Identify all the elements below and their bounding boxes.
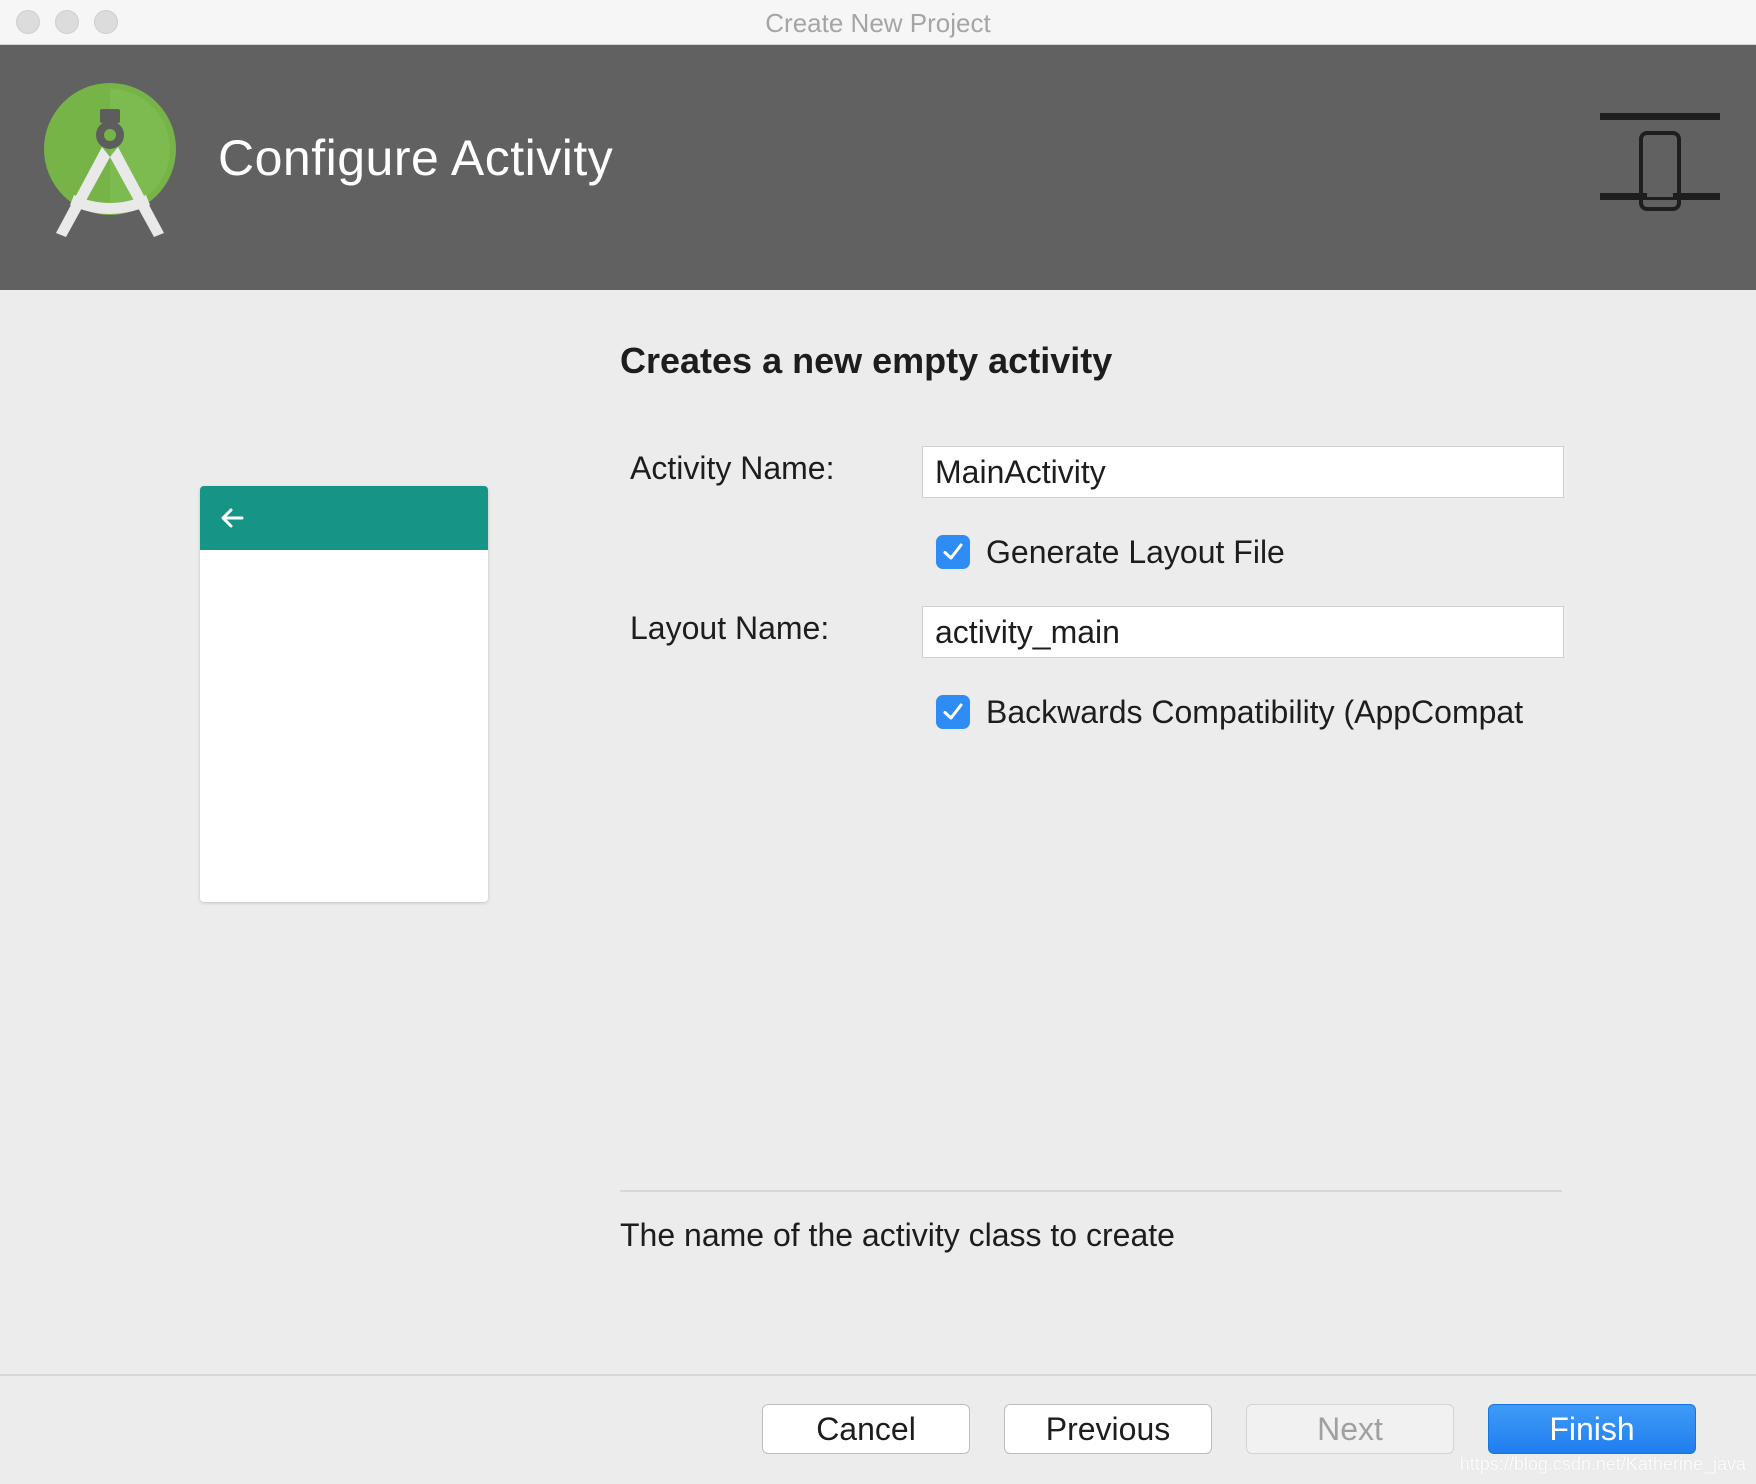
activity-name-input[interactable] xyxy=(922,446,1564,498)
layout-name-label: Layout Name: xyxy=(630,610,830,646)
generate-layout-label: Generate Layout File xyxy=(986,533,1285,570)
backwards-compat-checkbox[interactable] xyxy=(936,695,970,729)
activity-preview xyxy=(200,486,488,902)
layout-name-input[interactable] xyxy=(922,606,1564,658)
field-hint: The name of the activity class to create xyxy=(620,1217,1175,1253)
window-title: Create New Project xyxy=(765,8,991,38)
previous-button[interactable]: Previous xyxy=(1004,1404,1212,1454)
checkmark-icon xyxy=(943,543,963,560)
generate-layout-row[interactable]: Generate Layout File xyxy=(936,532,1566,572)
section-title: Creates a new empty activity xyxy=(620,340,1113,381)
next-button[interactable]: Next xyxy=(1246,1404,1454,1454)
backwards-compat-row[interactable]: Backwards Compatibility (AppCompat xyxy=(936,692,1566,732)
backwards-compat-label: Backwards Compatibility (AppCompat xyxy=(986,693,1524,730)
header-title: Configure Activity xyxy=(218,130,614,186)
finish-button[interactable]: Finish xyxy=(1488,1404,1696,1454)
checkmark-icon xyxy=(943,703,963,720)
activity-name-label: Activity Name: xyxy=(630,450,835,486)
android-studio-logo-icon xyxy=(44,83,176,237)
wizard-header: Configure Activity xyxy=(0,45,1756,290)
footer-divider xyxy=(0,1374,1756,1376)
watermark-text: https://blog.csdn.net/Katherine_java xyxy=(1459,1454,1746,1474)
cancel-button[interactable]: Cancel xyxy=(762,1404,970,1454)
create-new-project-window: Create New Project Configure Activity Cr… xyxy=(0,0,1756,1484)
generate-layout-checkbox[interactable] xyxy=(936,535,970,569)
arrow-left-icon xyxy=(221,508,244,528)
phone-device-icon xyxy=(1600,113,1720,211)
hint-divider xyxy=(620,1190,1562,1192)
preview-app-bar xyxy=(200,486,488,550)
title-bar: Create New Project xyxy=(0,0,1756,45)
